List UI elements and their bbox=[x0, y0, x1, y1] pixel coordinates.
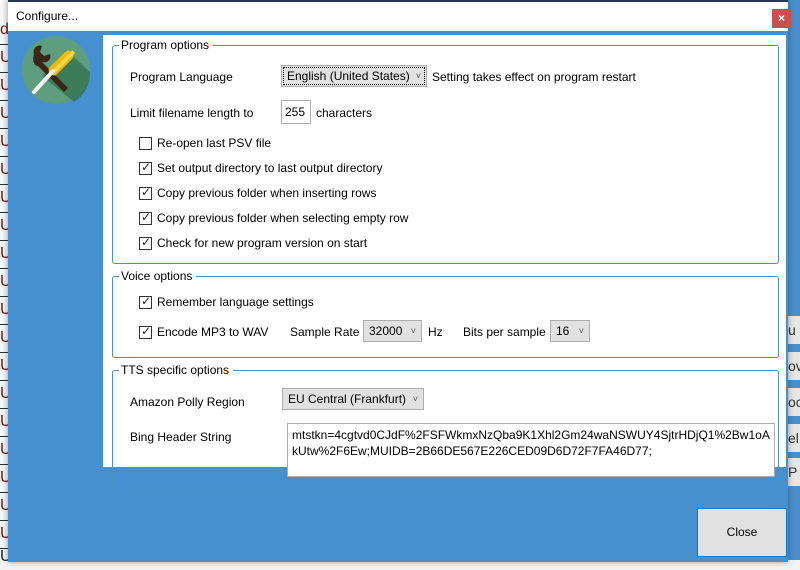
checkbox-label: Copy previous folder when selecting empt… bbox=[157, 211, 409, 225]
program-language-value: English (United States) bbox=[287, 69, 410, 83]
chevron-down-icon: ˅ bbox=[410, 326, 416, 336]
program-language-label: Program Language bbox=[130, 70, 233, 84]
tts-options-legend: TTS specific options bbox=[119, 363, 234, 377]
checkbox-box[interactable]: ✓ bbox=[139, 294, 152, 309]
program-options-group: Program options Program Language English… bbox=[112, 38, 779, 264]
configure-dialog: Configure... × Program options Program L… bbox=[8, 0, 791, 562]
checkbox-box[interactable]: ✓ bbox=[139, 324, 152, 339]
checkbox-label: Set output directory to last output dire… bbox=[157, 161, 383, 175]
bits-per-sample-value: 16 bbox=[556, 324, 570, 338]
checkbox-box[interactable]: ✓ bbox=[139, 210, 152, 225]
polly-region-select[interactable]: EU Central (Frankfurt) ˅ bbox=[282, 388, 424, 410]
polly-region-label: Amazon Polly Region bbox=[130, 395, 245, 409]
program-language-select[interactable]: English (United States) ˅ bbox=[281, 65, 427, 87]
sample-rate-select[interactable]: 32000 ˅ bbox=[363, 320, 422, 342]
checkbox-label: Remember language settings bbox=[157, 295, 314, 309]
voice-options-group: Voice options ✓ Remember language settin… bbox=[112, 269, 779, 358]
check-icon: ✓ bbox=[141, 324, 152, 338]
bits-per-sample-select[interactable]: 16 ˅ bbox=[550, 320, 590, 342]
checkbox-box[interactable]: ✓ bbox=[139, 235, 152, 250]
background-cell: u bbox=[788, 316, 800, 344]
chevron-down-icon: ˅ bbox=[578, 326, 584, 336]
program-options-legend: Program options bbox=[119, 38, 214, 52]
checkbox-box[interactable]: ✓ bbox=[139, 185, 152, 200]
sample-rate-unit: Hz bbox=[428, 325, 443, 339]
background-cell: P bbox=[788, 458, 800, 486]
check-icon: ✓ bbox=[141, 185, 152, 199]
voice-options-legend: Voice options bbox=[119, 269, 197, 283]
tts-options-group: TTS specific options Amazon Polly Region… bbox=[112, 363, 779, 492]
close-button[interactable]: Close bbox=[697, 508, 787, 557]
bits-per-sample-label: Bits per sample bbox=[463, 325, 546, 339]
background-cell: oc bbox=[788, 388, 800, 416]
sample-rate-label: Sample Rate bbox=[290, 325, 360, 339]
check-icon: ✓ bbox=[141, 210, 152, 224]
sample-rate-value: 32000 bbox=[369, 324, 403, 338]
polly-region-value: EU Central (Frankfurt) bbox=[288, 392, 407, 406]
dialog-title: Configure... bbox=[16, 9, 79, 23]
checkbox-box[interactable] bbox=[139, 137, 152, 150]
filename-limit-label: Limit filename length to bbox=[130, 106, 254, 120]
checkbox-label: Re-open last PSV file bbox=[157, 136, 272, 150]
check-icon: ✓ bbox=[141, 294, 152, 308]
checkbox-label: Copy previous folder when inserting rows bbox=[157, 186, 377, 200]
settings-panel: Program options Program Language English… bbox=[103, 35, 786, 492]
check-icon: ✓ bbox=[141, 160, 152, 174]
filename-limit-unit: characters bbox=[316, 106, 373, 120]
check-icon: ✓ bbox=[141, 235, 152, 249]
tools-icon bbox=[22, 36, 90, 104]
bing-header-label: Bing Header String bbox=[130, 430, 232, 444]
background-cell: el bbox=[788, 424, 800, 452]
background-cell: ov bbox=[788, 352, 800, 380]
restart-note: Setting takes effect on program restart bbox=[432, 70, 636, 84]
bing-header-input[interactable]: mtstkn=4cgtvd0CJdF%2FSFWkmxNzQba9K1Xhl2G… bbox=[287, 423, 775, 477]
chevron-down-icon: ˅ bbox=[412, 394, 418, 404]
checkbox-label: Check for new program version on start bbox=[157, 236, 368, 250]
chevron-down-icon: ˅ bbox=[415, 71, 421, 81]
close-icon[interactable]: × bbox=[772, 9, 791, 28]
checkbox-label: Encode MP3 to WAV bbox=[157, 325, 269, 339]
filename-limit-input[interactable]: 255 bbox=[281, 100, 311, 124]
title-bar[interactable]: Configure... × bbox=[8, 0, 791, 31]
checkbox-box[interactable]: ✓ bbox=[139, 160, 152, 175]
